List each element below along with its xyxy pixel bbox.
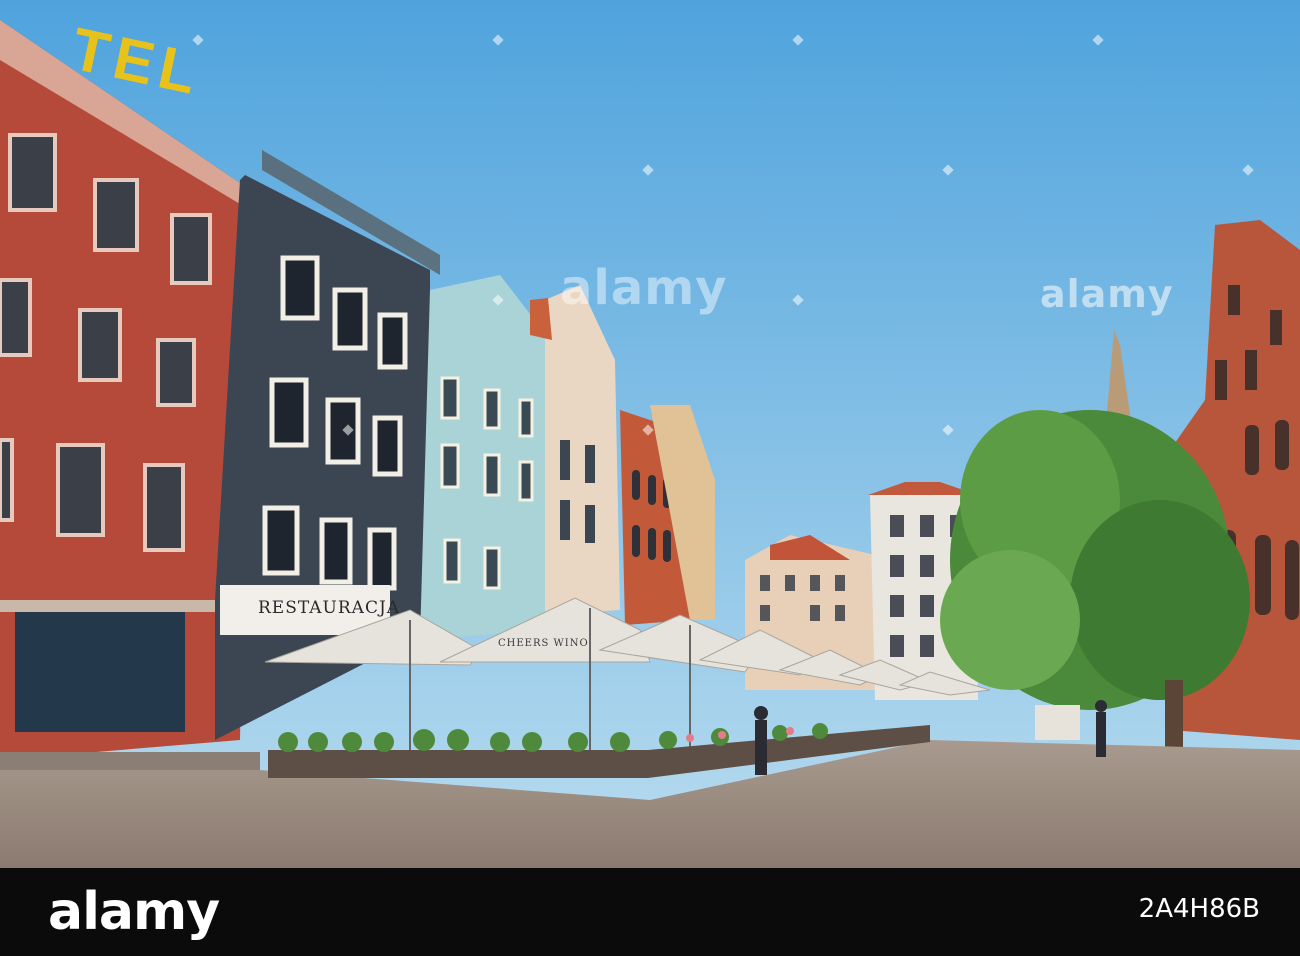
watermark-center: alamy	[560, 260, 728, 316]
footer-bar: alamy 2A4H86B	[0, 868, 1300, 956]
restaurant-sign: RESTAURACJA	[258, 598, 401, 618]
watermark-side: alamy	[1040, 272, 1174, 316]
image-id: 2A4H86B	[1138, 894, 1260, 924]
photo: TEL RESTAURACJA CHEERS WINO alamy alamy	[0, 0, 1300, 868]
red-building-storefront	[15, 612, 185, 732]
alamy-logo: alamy	[48, 882, 220, 942]
umbrella-text: CHEERS WINO	[498, 638, 589, 649]
scene-illustration	[0, 0, 1300, 868]
terrace-fence	[268, 750, 648, 778]
